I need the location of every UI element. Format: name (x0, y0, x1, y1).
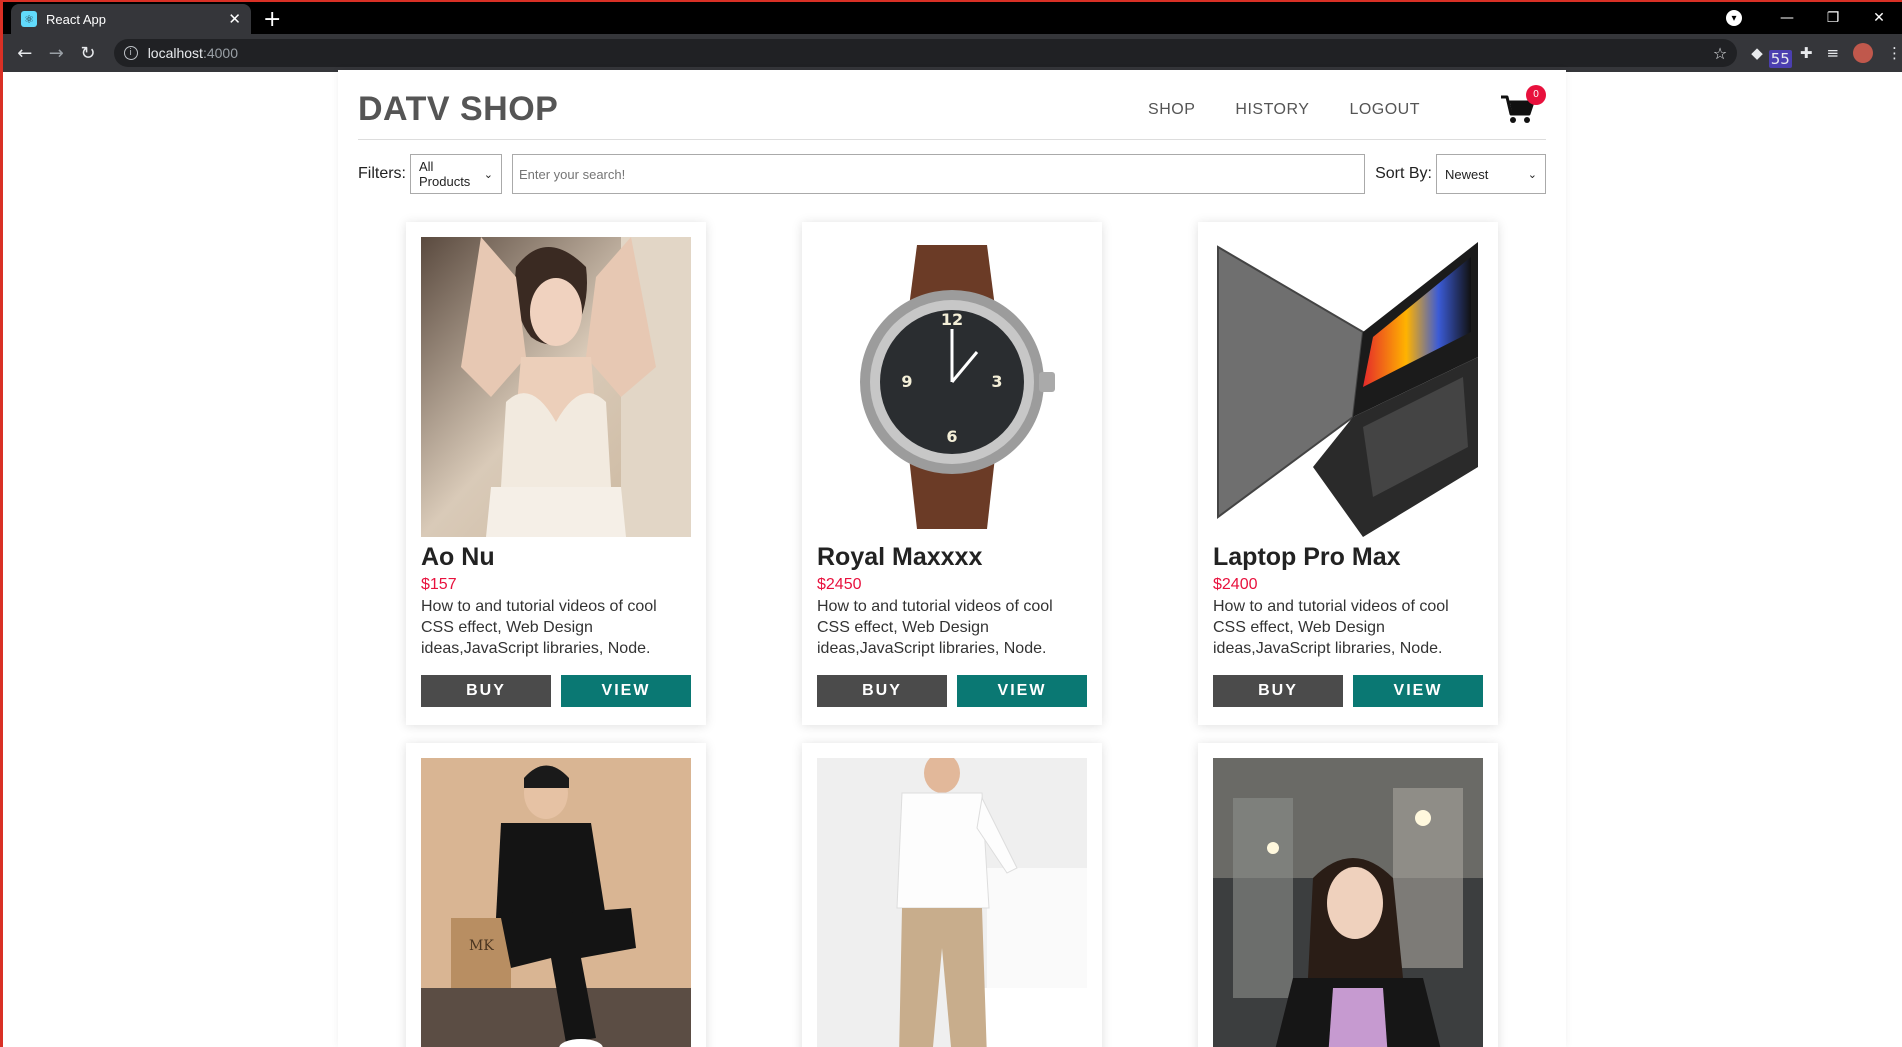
product-card (1198, 743, 1498, 1047)
media-control-icon[interactable]: ▾ (1726, 10, 1742, 26)
svg-text:9: 9 (901, 372, 912, 391)
address-bar[interactable]: i localhost:4000 ☆ (113, 39, 1738, 67)
product-image[interactable]: MK (421, 758, 691, 1047)
nav-shop[interactable]: SHOP (1148, 101, 1195, 119)
sort-select[interactable]: Newest ⌄ (1436, 154, 1546, 194)
extension-badge: 55 (1768, 50, 1792, 68)
product-title: Royal Maxxxx (817, 543, 983, 571)
product-description: How to and tutorial videos of cool CSS e… (1213, 598, 1449, 657)
main-nav: SHOP HISTORY LOGOUT 0 (1108, 84, 1546, 125)
product-description: How to and tutorial videos of cool CSS e… (421, 598, 657, 657)
extension-icon[interactable]: ◆ 55 (1751, 44, 1792, 68)
new-tab-button[interactable]: + (263, 7, 281, 32)
svg-text:12: 12 (941, 310, 963, 329)
browser-toolbar: ← → ↻ i localhost:4000 ☆ ◆ 55 ✚ ≡ ⋮ (3, 34, 1902, 72)
browser-tab[interactable]: ⚛ React App ✕ (11, 4, 251, 34)
product-grid: Ao Nu $157 How to and tutorial videos of… (358, 222, 1546, 1047)
category-select[interactable]: All Products ⌄ (410, 154, 502, 194)
minimize-button[interactable]: — (1764, 10, 1810, 26)
filters-label: Filters: (358, 165, 406, 182)
product-title: Ao Nu (421, 543, 495, 571)
product-image[interactable] (1213, 237, 1483, 537)
cart-button[interactable]: 0 (1500, 84, 1546, 125)
filter-bar: Filters: All Products ⌄ Sort By: Newest … (358, 154, 1546, 194)
tab-bar: ⚛ React App ✕ + ▾ — ❐ ✕ (3, 2, 1902, 34)
site-logo[interactable]: DATV SHOP (358, 90, 558, 129)
buy-button[interactable]: BUY (1213, 675, 1343, 707)
nav-logout[interactable]: LOGOUT (1349, 101, 1420, 119)
chevron-down-icon: ⌄ (483, 167, 493, 181)
url-port: :4000 (202, 45, 238, 61)
search-input[interactable] (512, 154, 1366, 194)
back-icon[interactable]: ← (9, 43, 41, 64)
browser-chrome: ⚛ React App ✕ + ▾ — ❐ ✕ ← → ↻ i localhos… (0, 0, 1902, 72)
product-description: How to and tutorial videos of cool CSS e… (817, 598, 1053, 657)
buy-button[interactable]: BUY (421, 675, 551, 707)
restore-button[interactable]: ❐ (1810, 10, 1856, 26)
chevron-down-icon: ⌄ (1527, 167, 1537, 181)
product-image[interactable] (421, 237, 691, 537)
buy-button[interactable]: BUY (817, 675, 947, 707)
category-selected: All Products (419, 159, 471, 189)
svg-text:6: 6 (946, 427, 957, 446)
react-icon: ⚛ (21, 11, 37, 27)
view-button[interactable]: VIEW (957, 675, 1087, 707)
product-price: $2400 (1213, 576, 1258, 593)
url-text: localhost:4000 (148, 45, 238, 61)
product-actions: BUY VIEW (817, 675, 1087, 707)
product-image[interactable] (1213, 758, 1483, 1047)
product-image[interactable]: 12 3 6 9 (817, 237, 1087, 537)
url-host: localhost (147, 45, 203, 61)
nav-history[interactable]: HISTORY (1235, 101, 1309, 119)
product-image[interactable] (817, 758, 1087, 1047)
site-header: DATV SHOP SHOP HISTORY LOGOUT 0 (358, 70, 1546, 140)
product-price: $157 (421, 576, 457, 593)
extension-icons: ◆ 55 ✚ ≡ ⋮ (1751, 43, 1902, 68)
product-title: Laptop Pro Max (1213, 543, 1401, 571)
kebab-menu-icon[interactable]: ⋮ (1887, 44, 1902, 62)
info-icon[interactable]: i (123, 46, 138, 60)
shop-page: DATV SHOP SHOP HISTORY LOGOUT 0 Filters:… (338, 70, 1566, 1047)
product-actions: BUY VIEW (421, 675, 691, 707)
sort-label: Sort By: (1375, 165, 1432, 182)
window-controls: — ❐ ✕ (1764, 2, 1902, 34)
svg-text:3: 3 (991, 372, 1002, 391)
close-tab-icon[interactable]: ✕ (228, 10, 241, 28)
svg-text:MK: MK (469, 938, 494, 954)
reload-icon[interactable]: ↻ (72, 43, 104, 64)
forward-icon[interactable]: → (41, 43, 73, 64)
tab-title: React App (46, 11, 106, 27)
sort-selected: Newest (1445, 166, 1489, 182)
view-button[interactable]: VIEW (1353, 675, 1483, 707)
view-button[interactable]: VIEW (561, 675, 691, 707)
avatar[interactable] (1853, 43, 1874, 63)
product-card: 12 3 6 9 Royal Maxxxx $2450 How to and tuto… (802, 222, 1102, 725)
reading-list-icon[interactable]: ≡ (1826, 44, 1839, 62)
close-window-button[interactable]: ✕ (1856, 10, 1902, 26)
product-card: Laptop Pro Max $2400 How to and tutorial… (1198, 222, 1498, 725)
product-price: $2450 (817, 576, 862, 593)
cart-count-badge: 0 (1526, 84, 1546, 105)
product-card: Ao Nu $157 How to and tutorial videos of… (406, 222, 706, 725)
product-card (802, 743, 1102, 1047)
puzzle-icon[interactable]: ✚ (1800, 44, 1813, 62)
product-actions: BUY VIEW (1213, 675, 1483, 707)
window-border (0, 0, 3, 1047)
bookmark-star-icon[interactable]: ☆ (1713, 44, 1727, 63)
product-card: MK (406, 743, 706, 1047)
